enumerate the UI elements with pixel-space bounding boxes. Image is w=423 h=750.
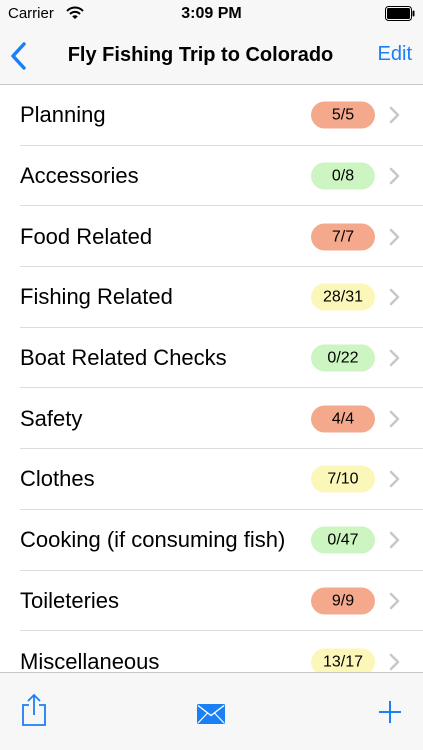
list-item[interactable]: Toileteries 9/9 xyxy=(0,571,423,632)
list-item-label: Safety xyxy=(20,405,83,431)
list-item[interactable]: Boat Related Checks 0/22 xyxy=(0,328,423,389)
chevron-right-icon xyxy=(389,107,400,124)
chevron-right-icon xyxy=(389,410,400,428)
page-title: Fly Fishing Trip to Colorado xyxy=(67,44,334,66)
count-badge: 0/47 xyxy=(311,526,375,554)
count-badge: 13/17 xyxy=(311,648,375,672)
count-badge: 4/4 xyxy=(311,405,375,433)
navigation-bar: Fly Fishing Trip to Colorado Edit xyxy=(0,28,423,85)
list-item-label: Cooking (if consuming fish) xyxy=(20,527,286,553)
chevron-right-icon xyxy=(389,167,400,185)
list-item-label: Boat Related Checks xyxy=(20,345,227,371)
count-badge: 0/8 xyxy=(311,162,375,190)
plus-icon xyxy=(379,701,401,723)
chevron-left-icon xyxy=(11,42,26,70)
chevron-right-icon xyxy=(389,349,400,367)
bottom-toolbar xyxy=(0,672,423,750)
list-item[interactable]: Fishing Related 28/31 xyxy=(0,267,423,328)
list-item[interactable]: Clothes 7/10 xyxy=(0,449,423,510)
list-item[interactable]: Cooking (if consuming fish) 0/47 xyxy=(0,510,423,571)
count-badge: 5/5 xyxy=(311,101,375,129)
list-item[interactable]: Planning 5/5 xyxy=(0,85,423,146)
battery-icon xyxy=(385,6,415,21)
count-badge: 0/22 xyxy=(311,344,375,372)
list-item[interactable]: Accessories 0/8 xyxy=(0,146,423,207)
envelope-icon xyxy=(197,704,225,724)
list-item-label: Food Related xyxy=(20,223,153,249)
list-item-label: Accessories xyxy=(20,163,139,189)
list-item[interactable]: Safety 4/4 xyxy=(0,388,423,449)
share-icon xyxy=(22,693,46,726)
edit-button[interactable]: Edit xyxy=(378,43,412,66)
chevron-right-icon xyxy=(389,289,400,306)
count-badge: 28/31 xyxy=(311,283,375,311)
list-item-label: Fishing Related xyxy=(20,284,173,310)
list-item-label: Clothes xyxy=(20,466,95,492)
email-button[interactable] xyxy=(197,704,225,724)
list-item[interactable]: Miscellaneous 13/17 xyxy=(0,631,423,672)
share-button[interactable] xyxy=(21,693,47,727)
chevron-right-icon xyxy=(389,653,400,670)
checklist-list: Planning 5/5 Accessories 0/8 Food Relate… xyxy=(0,85,423,672)
back-button[interactable] xyxy=(8,40,34,72)
status-bar: Carrier 3:09 PM xyxy=(0,0,423,28)
list-item[interactable]: Food Related 7/7 xyxy=(0,206,423,267)
list-item-label: Miscellaneous xyxy=(20,648,160,672)
status-time: 3:09 PM xyxy=(181,5,242,22)
count-badge: 7/10 xyxy=(311,465,375,493)
chevron-right-icon xyxy=(389,592,400,610)
add-button[interactable] xyxy=(378,700,402,724)
chevron-right-icon xyxy=(389,531,400,549)
chevron-right-icon xyxy=(389,228,400,246)
list-item-label: Planning xyxy=(20,102,106,128)
count-badge: 9/9 xyxy=(311,587,375,615)
chevron-right-icon xyxy=(389,471,400,488)
count-badge: 7/7 xyxy=(311,223,375,251)
list-item-label: Toileteries xyxy=(20,587,120,613)
